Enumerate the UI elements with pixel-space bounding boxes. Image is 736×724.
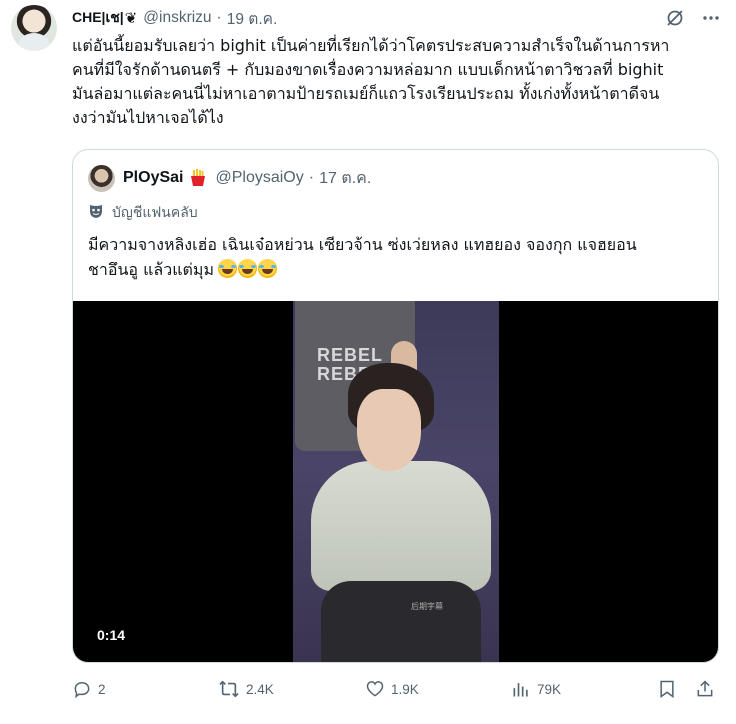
repost-count: 2.4K [246, 681, 274, 697]
separator-dot: · [308, 169, 315, 186]
quoted-tweet[interactable]: PlOySai @PloysaiOy · 17 ต.ค. บัญชีแฟนคลั… [72, 149, 719, 663]
sweater [311, 461, 491, 591]
action-bar: 2 2.4K 1.9K 79K [72, 679, 722, 703]
laughing-emoji-group [217, 259, 277, 278]
share-button[interactable] [695, 679, 715, 699]
share-icon [695, 679, 715, 699]
quote-avatar[interactable] [88, 165, 115, 192]
repost-icon [218, 679, 240, 699]
display-name[interactable]: CHE|เช| [72, 7, 124, 29]
quote-handle[interactable]: @PloysaiOy [215, 169, 303, 187]
quote-text-line2: ชาอึนอู แล้วแต่มุม [88, 260, 214, 279]
face [357, 389, 421, 471]
heart-icon [365, 679, 385, 699]
quote-date[interactable]: 17 ต.ค. [319, 166, 371, 191]
french-fries-icon [189, 169, 207, 187]
quote-text-line1: มีความจางหลิงเฮ่อ เฉินเจ๋อหย่วน เซียวจ้า… [88, 235, 637, 254]
reply-button[interactable]: 2 [72, 679, 106, 699]
mask-icon [88, 203, 104, 223]
quote-header: PlOySai @PloysaiOy · 17 ต.ค. [123, 167, 371, 189]
grok-icon[interactable] [664, 7, 686, 29]
video-watermark: 后期字幕 [411, 602, 443, 611]
tweet[interactable]: CHE|เช| ❦ @inskrizu · 19 ต.ค. แต่อันนี้ย… [0, 0, 736, 724]
video-frame: REBEL REBEL 后期字幕 [293, 301, 499, 662]
quote-display-name[interactable]: PlOySai [123, 169, 183, 187]
video-duration: 0:14 [97, 627, 126, 643]
separator-dot: · [216, 9, 222, 26]
fan-account-text: บัญชีแฟนคลับ [112, 205, 198, 221]
like-count: 1.9K [391, 681, 419, 697]
bookmark-button[interactable] [657, 679, 677, 699]
name-symbol: ❦ [124, 10, 138, 27]
rofl-emoji-icon [237, 259, 257, 278]
avatar[interactable] [11, 5, 57, 51]
tweet-date[interactable]: 19 ต.ค. [227, 6, 278, 31]
views-count: 79K [537, 681, 562, 697]
analytics-icon [511, 679, 531, 699]
more-icon[interactable] [700, 7, 722, 29]
bookmark-icon [657, 679, 677, 699]
fan-account-label: บัญชีแฟนคลับ [88, 202, 198, 224]
reply-icon [72, 679, 92, 699]
pants [321, 581, 481, 662]
rofl-emoji-icon [217, 259, 237, 278]
repost-button[interactable]: 2.4K [218, 679, 274, 699]
tweet-text: แต่อันนี้ยอมรับเลยว่า bighit เป็นค่ายที่… [72, 36, 670, 127]
reply-count: 2 [98, 681, 106, 697]
handle[interactable]: @inskrizu [143, 9, 211, 27]
rofl-emoji-icon [257, 259, 277, 278]
top-icons [664, 7, 722, 29]
views-button[interactable]: 79K [511, 679, 561, 699]
video-player[interactable]: REBEL REBEL 后期字幕 0:14 [73, 301, 718, 662]
like-button[interactable]: 1.9K [365, 679, 419, 699]
quote-text: มีความจางหลิงเฮ่อ เฉินเจ๋อหย่วน เซียวจ้า… [88, 232, 708, 282]
tweet-header: CHE|เช| ❦ @inskrizu · 19 ต.ค. [72, 8, 277, 28]
